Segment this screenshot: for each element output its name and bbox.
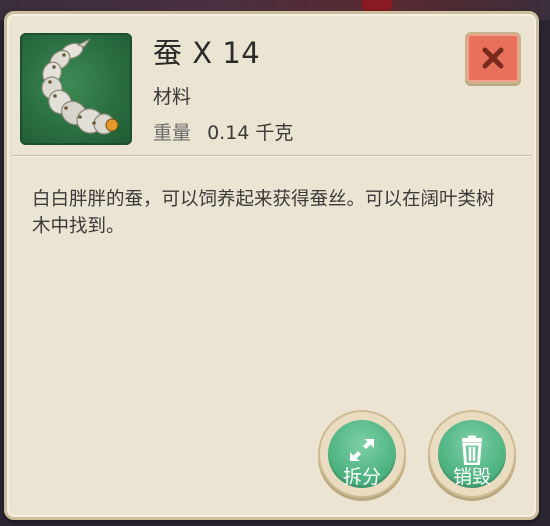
split-label: 拆分 — [342, 466, 381, 488]
destroy-button[interactable]: 销毁 — [428, 410, 516, 498]
weight-value: 0.14 千克 — [207, 122, 294, 144]
item-weight: 重量 0.14 千克 — [153, 118, 293, 145]
item-description: 白白胖胖的蚕，可以饲养起来获得蚕丝。可以在阔叶类树木中找到。 — [32, 189, 495, 237]
trash-icon — [455, 435, 489, 465]
destroy-label: 销毁 — [452, 466, 491, 488]
close-button[interactable] — [465, 32, 521, 84]
weight-label: 重量 — [153, 122, 192, 144]
item-quantity: X 14 — [192, 36, 261, 70]
silkworm-icon — [20, 33, 132, 145]
item-title: 蚕 X 14 — [153, 30, 260, 72]
close-icon — [482, 47, 504, 69]
item-name: 蚕 — [153, 36, 183, 70]
expand-arrows-icon — [345, 435, 379, 465]
header-divider — [11, 155, 531, 157]
item-category: 材料 — [153, 86, 192, 108]
destroy-button-face: 销毁 — [438, 420, 506, 488]
item-detail-panel: 蚕 X 14 材料 重量 0.14 千克 白白胖胖的蚕，可以饲养起来获得蚕丝。可… — [4, 11, 539, 520]
split-button[interactable]: 拆分 — [318, 410, 406, 498]
split-button-face: 拆分 — [328, 420, 396, 488]
